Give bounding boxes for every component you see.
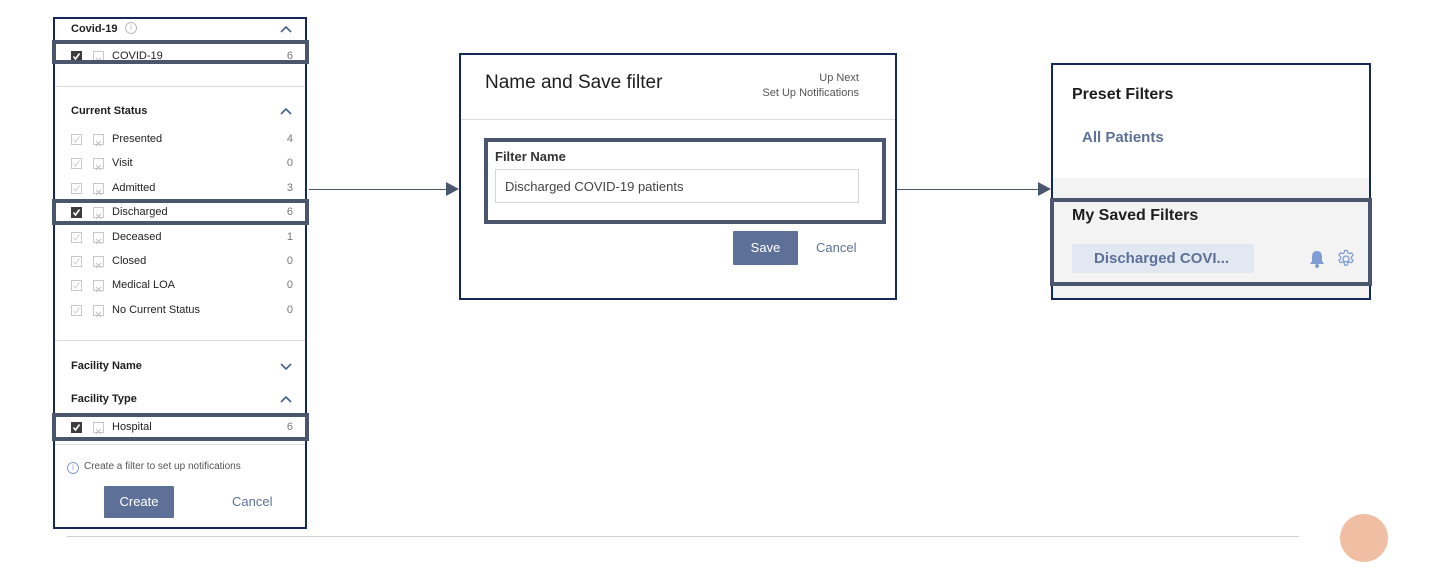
option-label: Deceased xyxy=(112,230,162,243)
saved-filter-label: Discharged COVI... xyxy=(1094,250,1230,267)
highlight-hospital xyxy=(52,413,309,441)
checkbox-unchecked[interactable] xyxy=(71,182,82,194)
up-next-value: Set Up Notifications xyxy=(762,87,859,99)
dialog-title: Name and Save filter xyxy=(485,72,663,93)
exclude-icon[interactable] xyxy=(93,134,104,147)
info-icon[interactable]: i xyxy=(125,22,137,34)
create-button[interactable]: Create xyxy=(104,486,174,518)
option-count: 4 xyxy=(286,133,293,145)
filter-option-closed[interactable]: Closed 0 xyxy=(55,251,305,273)
decorative-dot xyxy=(1340,514,1388,562)
preset-filters-title: Preset Filters xyxy=(1072,86,1174,103)
arrow-right-icon xyxy=(446,182,459,196)
arrow-right-icon xyxy=(1038,182,1051,196)
flow-arrow-line xyxy=(897,189,1039,190)
saved-filter-item[interactable]: Discharged COVI... xyxy=(1072,244,1254,273)
option-label: Visit xyxy=(112,157,133,170)
checkbox-unchecked[interactable] xyxy=(71,280,82,292)
divider xyxy=(55,340,305,341)
checkbox-unchecked[interactable] xyxy=(71,231,82,243)
filter-panel: Covid-19 i COVID-19 6 Current Status Pre… xyxy=(53,17,307,529)
exclude-icon[interactable] xyxy=(93,182,104,196)
option-label: Medical LOA xyxy=(112,279,175,292)
footer-rule xyxy=(67,536,1299,537)
option-count: 0 xyxy=(286,279,293,292)
facility-type-title: Facility Type xyxy=(71,393,137,405)
divider xyxy=(55,86,305,87)
checkbox-unchecked[interactable] xyxy=(71,158,82,170)
exclude-icon[interactable] xyxy=(93,231,104,244)
option-count: 1 xyxy=(286,230,293,243)
chevron-up-icon[interactable] xyxy=(279,107,293,117)
option-label: No Current Status xyxy=(112,303,201,316)
filter-name-highlight: Filter Name Discharged COVID-19 patients xyxy=(484,138,886,224)
option-label: Admitted xyxy=(112,181,156,194)
option-count: 0 xyxy=(286,303,293,316)
checkbox-unchecked[interactable] xyxy=(71,304,82,316)
divider xyxy=(55,444,305,445)
filter-name-label: Filter Name xyxy=(495,149,566,164)
filter-option-presented[interactable]: Presented 4 xyxy=(55,129,305,151)
preset-filter-all-patients[interactable]: All Patients xyxy=(1082,129,1164,146)
filter-name-input[interactable]: Discharged COVID-19 patients xyxy=(495,169,859,203)
save-filter-dialog: Name and Save filter Up Next Set Up Noti… xyxy=(459,53,897,300)
divider xyxy=(461,119,895,120)
highlight-covid-19 xyxy=(52,40,309,64)
gear-icon[interactable] xyxy=(1336,249,1356,269)
info-icon: i xyxy=(67,462,79,474)
filter-option-medical-loa[interactable]: Medical LOA 0 xyxy=(55,275,305,297)
current-status-title: Current Status xyxy=(71,105,148,117)
filter-option-admitted[interactable]: Admitted 3 xyxy=(55,178,305,200)
chevron-up-icon[interactable] xyxy=(279,25,293,35)
cancel-button[interactable]: Cancel xyxy=(232,494,272,509)
option-label: Closed xyxy=(112,255,147,267)
saved-filters-title: My Saved Filters xyxy=(1072,207,1199,224)
covid-section-title: Covid-19 xyxy=(71,23,118,35)
facility-name-title: Facility Name xyxy=(71,360,142,372)
option-count: 0 xyxy=(286,157,293,170)
up-next-label: Up Next xyxy=(819,72,859,84)
exclude-icon[interactable] xyxy=(93,304,104,318)
exclude-icon[interactable] xyxy=(93,280,104,293)
save-button[interactable]: Save xyxy=(733,231,798,265)
highlight-discharged xyxy=(52,199,309,225)
option-label: Presented xyxy=(112,133,163,145)
option-count: 3 xyxy=(286,181,293,194)
checkbox-unchecked[interactable] xyxy=(71,256,82,267)
filter-option-deceased[interactable]: Deceased 1 xyxy=(55,227,305,249)
info-text: Create a filter to set up notifications xyxy=(84,461,241,472)
filter-option-visit[interactable]: Visit 0 xyxy=(55,153,305,175)
option-count: 0 xyxy=(286,255,293,267)
filter-name-value: Discharged COVID-19 patients xyxy=(505,179,684,194)
checkbox-unchecked[interactable] xyxy=(71,134,82,145)
filter-option-no-current-status[interactable]: No Current Status 0 xyxy=(55,300,305,322)
exclude-icon[interactable] xyxy=(93,256,104,269)
saved-filters-highlight: My Saved Filters Discharged COVI... xyxy=(1050,198,1372,286)
flow-arrow-line xyxy=(309,189,447,190)
chevron-down-icon[interactable] xyxy=(279,361,293,371)
cancel-button[interactable]: Cancel xyxy=(816,240,856,255)
bell-icon[interactable] xyxy=(1308,249,1326,269)
chevron-up-icon[interactable] xyxy=(279,395,293,405)
exclude-icon[interactable] xyxy=(93,158,104,171)
